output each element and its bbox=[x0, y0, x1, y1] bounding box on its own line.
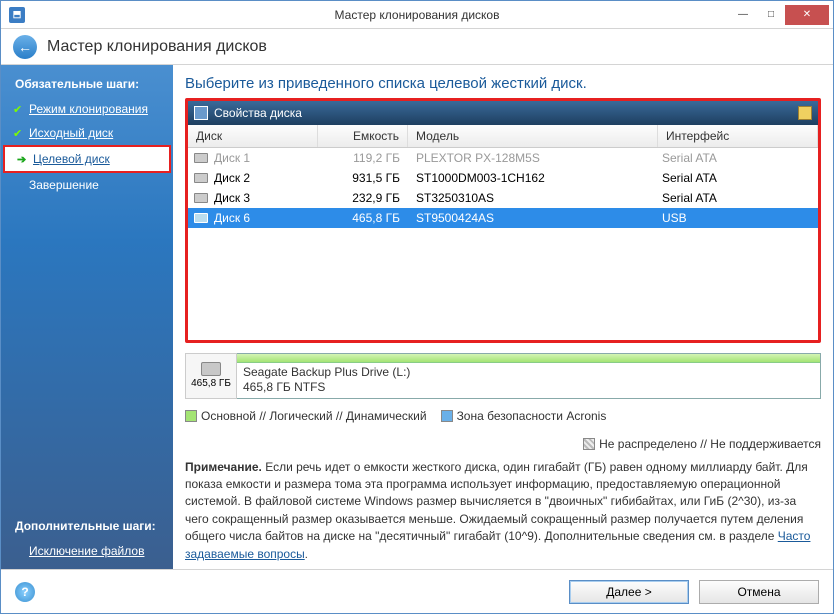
disk-name: Диск 1 bbox=[214, 151, 250, 165]
disk-properties-panel: Свойства диска Диск Емкость Модель Интер… bbox=[185, 98, 821, 343]
next-button[interactable]: Далее > bbox=[569, 580, 689, 604]
disk-capacity: 465,8 ГБ bbox=[318, 211, 408, 225]
disk-visual: 465,8 ГБ Seagate Backup Plus Drive (L:) … bbox=[185, 353, 821, 399]
partition-bar[interactable]: Seagate Backup Plus Drive (L:) 465,8 ГБ … bbox=[237, 353, 821, 399]
step-source-disk[interactable]: ✔ Исходный диск bbox=[1, 121, 173, 145]
col-disk[interactable]: Диск bbox=[188, 125, 318, 147]
disk-interface: Serial ATA bbox=[658, 171, 818, 185]
step-label: Режим клонирования bbox=[29, 102, 148, 116]
check-icon: ✔ bbox=[13, 103, 22, 116]
step-target-disk[interactable]: ➔ Целевой диск bbox=[3, 145, 171, 173]
wizard-window: ⬒ Мастер клонирования дисков — □ ✕ ← Мас… bbox=[0, 0, 834, 614]
help-icon[interactable]: ? bbox=[15, 582, 35, 602]
disk-name: Диск 2 bbox=[214, 171, 250, 185]
step-label: Исключение файлов bbox=[29, 544, 144, 558]
disk-capacity: 931,5 ГБ bbox=[318, 171, 408, 185]
cancel-button[interactable]: Отмена bbox=[699, 580, 819, 604]
columns-icon[interactable] bbox=[798, 106, 812, 120]
legend-primary: Основной // Логический // Динамический bbox=[185, 409, 427, 423]
disk-list: Диск 1119,2 ГБPLEXTOR PX-128M5SSerial AT… bbox=[188, 148, 818, 340]
disk-size-label: 465,8 ГБ bbox=[185, 353, 237, 399]
disk-interface: Serial ATA bbox=[658, 191, 818, 205]
optional-steps-heading: Дополнительные шаги: bbox=[1, 513, 173, 539]
disk-capacity: 119,2 ГБ bbox=[318, 151, 408, 165]
disk-interface: Serial ATA bbox=[658, 151, 818, 165]
disk-icon bbox=[194, 213, 208, 223]
content-area: Выберите из приведенного списка целевой … bbox=[173, 65, 833, 569]
col-capacity[interactable]: Емкость bbox=[318, 125, 408, 147]
app-icon: ⬒ bbox=[9, 7, 25, 23]
step-finish[interactable]: Завершение bbox=[1, 173, 173, 197]
instruction-text: Выберите из приведенного списка целевой … bbox=[185, 75, 821, 92]
footer: ? Далее > Отмена bbox=[1, 569, 833, 613]
check-icon: ✔ bbox=[13, 127, 22, 140]
disk-model: ST1000DM003-1CH162 bbox=[408, 171, 658, 185]
disk-model: PLEXTOR PX-128M5S bbox=[408, 151, 658, 165]
disk-icon bbox=[194, 153, 208, 163]
panel-title: Свойства диска bbox=[214, 106, 302, 120]
disk-icon bbox=[194, 193, 208, 203]
back-button[interactable]: ← bbox=[13, 35, 37, 59]
legend: Основной // Логический // Динамический З… bbox=[185, 409, 821, 451]
step-label: Целевой диск bbox=[33, 152, 110, 166]
col-interface[interactable]: Интерфейс bbox=[658, 125, 818, 147]
titlebar: ⬒ Мастер клонирования дисков — □ ✕ bbox=[1, 1, 833, 29]
panel-header: Свойства диска bbox=[188, 101, 818, 125]
sidebar: Обязательные шаги: ✔ Режим клонирования ✔… bbox=[1, 65, 173, 569]
disk-interface: USB bbox=[658, 211, 818, 225]
partition-info: Seagate Backup Plus Drive (L:) 465,8 ГБ … bbox=[237, 363, 820, 397]
disk-icon bbox=[194, 173, 208, 183]
partition-usage bbox=[237, 354, 820, 364]
legend-acronis: Зона безопасности Acronis bbox=[441, 409, 607, 423]
legend-unalloc: Не распределено // Не поддерживается bbox=[583, 437, 821, 451]
disk-row[interactable]: Диск 3 232,9 ГБST3250310ASSerial ATA bbox=[188, 188, 818, 208]
disk-model: ST9500424AS bbox=[408, 211, 658, 225]
step-clone-mode[interactable]: ✔ Режим клонирования bbox=[1, 97, 173, 121]
disk-size-text: 465,8 ГБ bbox=[191, 378, 231, 389]
note-bold: Примечание. bbox=[185, 460, 262, 474]
minimize-button[interactable]: — bbox=[729, 5, 757, 25]
window-title: Мастер клонирования дисков bbox=[335, 8, 500, 22]
arrow-icon: ➔ bbox=[17, 153, 26, 166]
disk-row[interactable]: Диск 1 119,2 ГБPLEXTOR PX-128M5SSerial AT… bbox=[188, 148, 818, 168]
grid-header: Диск Емкость Модель Интерфейс bbox=[188, 125, 818, 148]
step-label: Завершение bbox=[29, 178, 99, 192]
hdd-icon bbox=[201, 362, 221, 376]
disk-row[interactable]: Диск 6 465,8 ГБST9500424ASUSB bbox=[188, 208, 818, 228]
required-steps-heading: Обязательные шаги: bbox=[1, 71, 173, 97]
drive-icon bbox=[194, 106, 208, 120]
swatch-blue bbox=[441, 410, 453, 422]
swatch-hatch bbox=[583, 438, 595, 450]
note-body: Если речь идет о емкости жесткого диска,… bbox=[185, 460, 808, 544]
disk-row[interactable]: Диск 2 931,5 ГБST1000DM003-1CH162Serial A… bbox=[188, 168, 818, 188]
step-exclude-files[interactable]: Исключение файлов bbox=[1, 539, 173, 563]
disk-model: ST3250310AS bbox=[408, 191, 658, 205]
disk-name: Диск 3 bbox=[214, 191, 250, 205]
wizard-header: ← Мастер клонирования дисков bbox=[1, 29, 833, 65]
col-model[interactable]: Модель bbox=[408, 125, 658, 147]
close-button[interactable]: ✕ bbox=[785, 5, 829, 25]
disk-capacity: 232,9 ГБ bbox=[318, 191, 408, 205]
wizard-title: Мастер клонирования дисков bbox=[47, 38, 267, 56]
note-text: Примечание. Если речь идет о емкости жес… bbox=[185, 459, 821, 563]
disk-name: Диск 6 bbox=[214, 211, 250, 225]
swatch-green bbox=[185, 410, 197, 422]
maximize-button[interactable]: □ bbox=[757, 5, 785, 25]
step-label: Исходный диск bbox=[29, 126, 113, 140]
